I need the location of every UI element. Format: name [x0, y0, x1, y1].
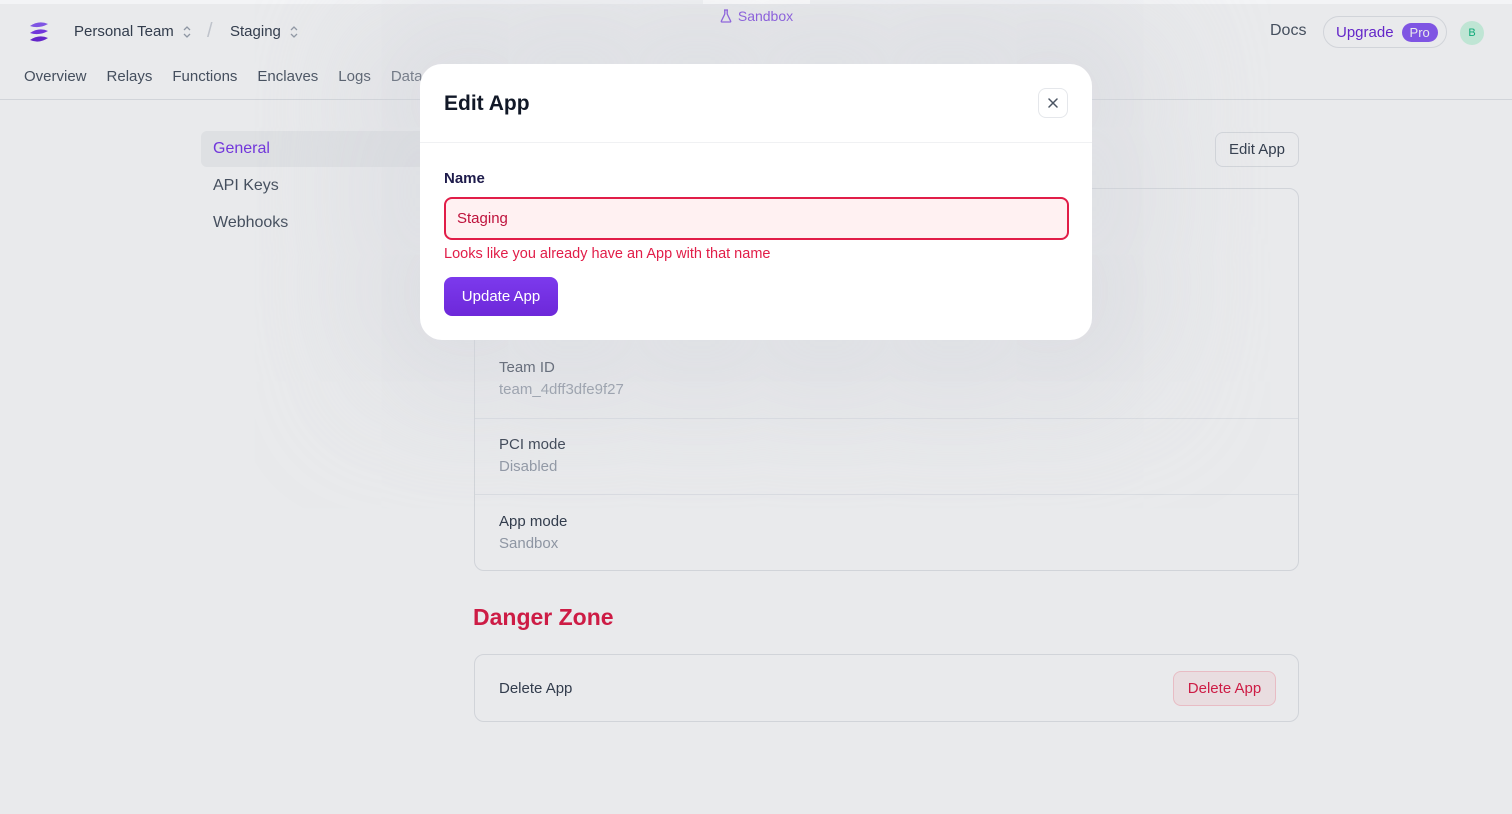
- update-app-button[interactable]: Update App: [444, 277, 558, 316]
- name-input[interactable]: [444, 197, 1069, 240]
- name-error-message: Looks like you already have an App with …: [444, 246, 771, 262]
- edit-app-modal: Edit App Name Looks like you already hav…: [420, 64, 1092, 340]
- modal-header: Edit App: [420, 64, 1092, 143]
- name-label: Name: [444, 170, 485, 187]
- close-button[interactable]: [1038, 88, 1068, 118]
- modal-title: Edit App: [444, 92, 530, 115]
- close-icon: [1048, 98, 1058, 108]
